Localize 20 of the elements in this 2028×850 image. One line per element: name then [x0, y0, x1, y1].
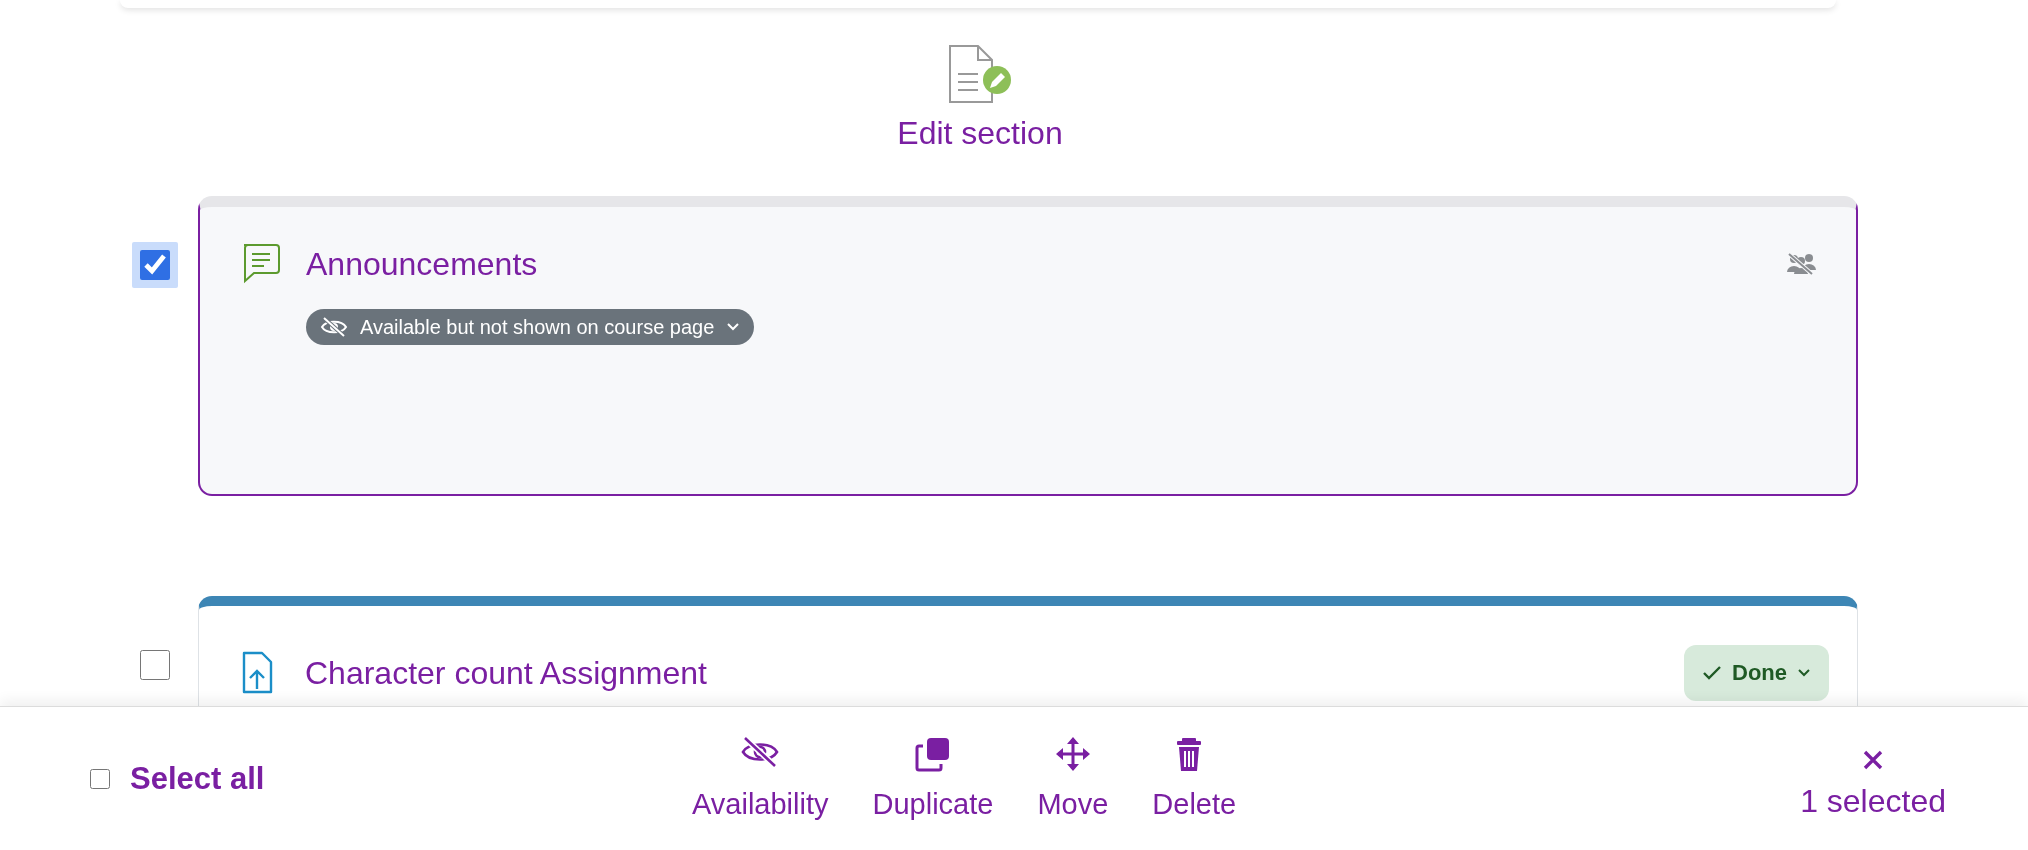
- duplicate-button[interactable]: Duplicate: [872, 736, 994, 821]
- select-all-checkbox[interactable]: [90, 768, 110, 789]
- select-all-label[interactable]: Select all: [130, 760, 265, 797]
- availability-badge[interactable]: Available but not shown on course page: [306, 309, 755, 345]
- close-icon: [1862, 749, 1885, 771]
- eye-slash-icon: [320, 316, 348, 338]
- activity-title-link[interactable]: Announcements: [306, 245, 538, 283]
- check-icon: [1702, 665, 1722, 681]
- availability-button[interactable]: Availability: [692, 736, 829, 821]
- selected-count: 1 selected: [1800, 783, 1946, 820]
- edit-section-link[interactable]: Edit section: [897, 44, 1063, 152]
- caret-icon: [1797, 668, 1811, 678]
- document-pencil-icon: [947, 44, 1013, 106]
- move-button[interactable]: Move: [1037, 736, 1109, 821]
- completion-dropdown-button[interactable]: Done: [1684, 645, 1829, 701]
- activity-checkbox[interactable]: [132, 242, 178, 288]
- caret-icon: [726, 322, 741, 332]
- close-button[interactable]: [1862, 749, 1885, 771]
- activity-title-link[interactable]: Character count Assignment: [305, 654, 707, 692]
- delete-button[interactable]: Delete: [1152, 736, 1237, 821]
